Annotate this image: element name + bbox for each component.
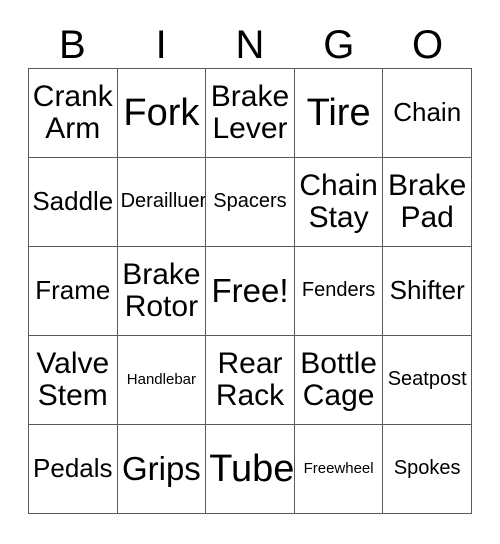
bingo-cell[interactable]: Frame	[29, 247, 118, 336]
bingo-cell[interactable]: Spacers	[206, 158, 295, 247]
bingo-cell-label: Grips	[121, 449, 201, 487]
header-letter-g: G	[323, 23, 355, 67]
bingo-cell[interactable]: Fenders	[294, 247, 384, 336]
bingo-cell-label: Pedals	[33, 453, 113, 484]
bingo-cell[interactable]: Valve Stem	[29, 336, 118, 425]
bingo-cell-label: Fork	[123, 91, 200, 134]
header-letter-n: N	[235, 23, 265, 67]
bingo-cell[interactable]: Saddle	[29, 158, 118, 247]
bingo-cell[interactable]: Brake Lever	[206, 69, 295, 158]
bingo-cell-label: Bottle Cage	[300, 347, 377, 412]
bingo-header-row: B I N G O	[28, 22, 472, 68]
bingo-cell-label: Valve Stem	[36, 347, 110, 412]
bingo-cell-label: Brake Lever	[210, 80, 290, 145]
bingo-cell[interactable]: Grips	[117, 425, 207, 514]
bingo-cell-label: Tire	[306, 91, 371, 134]
bingo-cell[interactable]: Tube	[206, 425, 295, 514]
bingo-cell-label: Chain Stay	[299, 169, 378, 234]
bingo-cell-label: Chain	[393, 97, 462, 128]
header-letter-i: I	[155, 23, 167, 67]
bingo-cell[interactable]: Bottle Cage	[294, 336, 384, 425]
bingo-cell-label: Spacers	[213, 190, 287, 213]
bingo-cell-label: Fenders	[301, 279, 376, 302]
bingo-cell[interactable]: Brake Rotor	[117, 247, 207, 336]
bingo-cell-label: Crank Arm	[32, 80, 113, 145]
bingo-cell[interactable]: Spokes	[383, 425, 472, 514]
bingo-cell-label: Shifter	[389, 275, 465, 306]
bingo-cell[interactable]: Rear Rack	[206, 336, 295, 425]
bingo-cell-label: Handlebar	[126, 371, 196, 389]
bingo-cell-label: Brake Rotor	[122, 258, 201, 323]
bingo-cell[interactable]: Fork	[117, 69, 207, 158]
bingo-cell[interactable]: Chain Stay	[294, 158, 384, 247]
bingo-cell[interactable]: Chain	[383, 69, 472, 158]
bingo-card: B I N G O Crank Arm Fork Brake Lever Tir…	[0, 0, 500, 544]
bingo-cell[interactable]: Seatpost	[383, 336, 472, 425]
bingo-cell-label: Rear Rack	[215, 347, 285, 412]
bingo-cell[interactable]: Brake Pad	[383, 158, 472, 247]
bingo-cell-label: Spokes	[393, 457, 461, 480]
bingo-cell[interactable]: Crank Arm	[29, 69, 118, 158]
bingo-cell-label: Seatpost	[387, 368, 467, 391]
bingo-cell[interactable]: Tire	[294, 69, 384, 158]
header-letter-b: B	[59, 23, 86, 67]
bingo-grid: Crank Arm Fork Brake Lever Tire Chain Sa…	[28, 68, 472, 514]
bingo-cell-label: Frame	[35, 275, 111, 306]
bingo-cell[interactable]: Derailluer	[117, 158, 207, 247]
bingo-cell-label: Freewheel	[303, 460, 374, 478]
bingo-cell[interactable]: Freewheel	[294, 425, 384, 514]
bingo-cell[interactable]: Handlebar	[117, 336, 207, 425]
bingo-cell[interactable]: Pedals	[29, 425, 118, 514]
bingo-cell-label: Tube	[209, 447, 295, 490]
bingo-cell[interactable]: Shifter	[383, 247, 472, 336]
bingo-cell-free[interactable]: Free!	[206, 247, 295, 336]
bingo-cell-label: Free!	[211, 271, 289, 309]
bingo-cell-label: Brake Pad	[388, 169, 467, 234]
bingo-cell-label: Saddle	[32, 186, 114, 217]
header-letter-o: O	[412, 23, 444, 67]
bingo-cell-label: Derailluer	[120, 190, 207, 213]
